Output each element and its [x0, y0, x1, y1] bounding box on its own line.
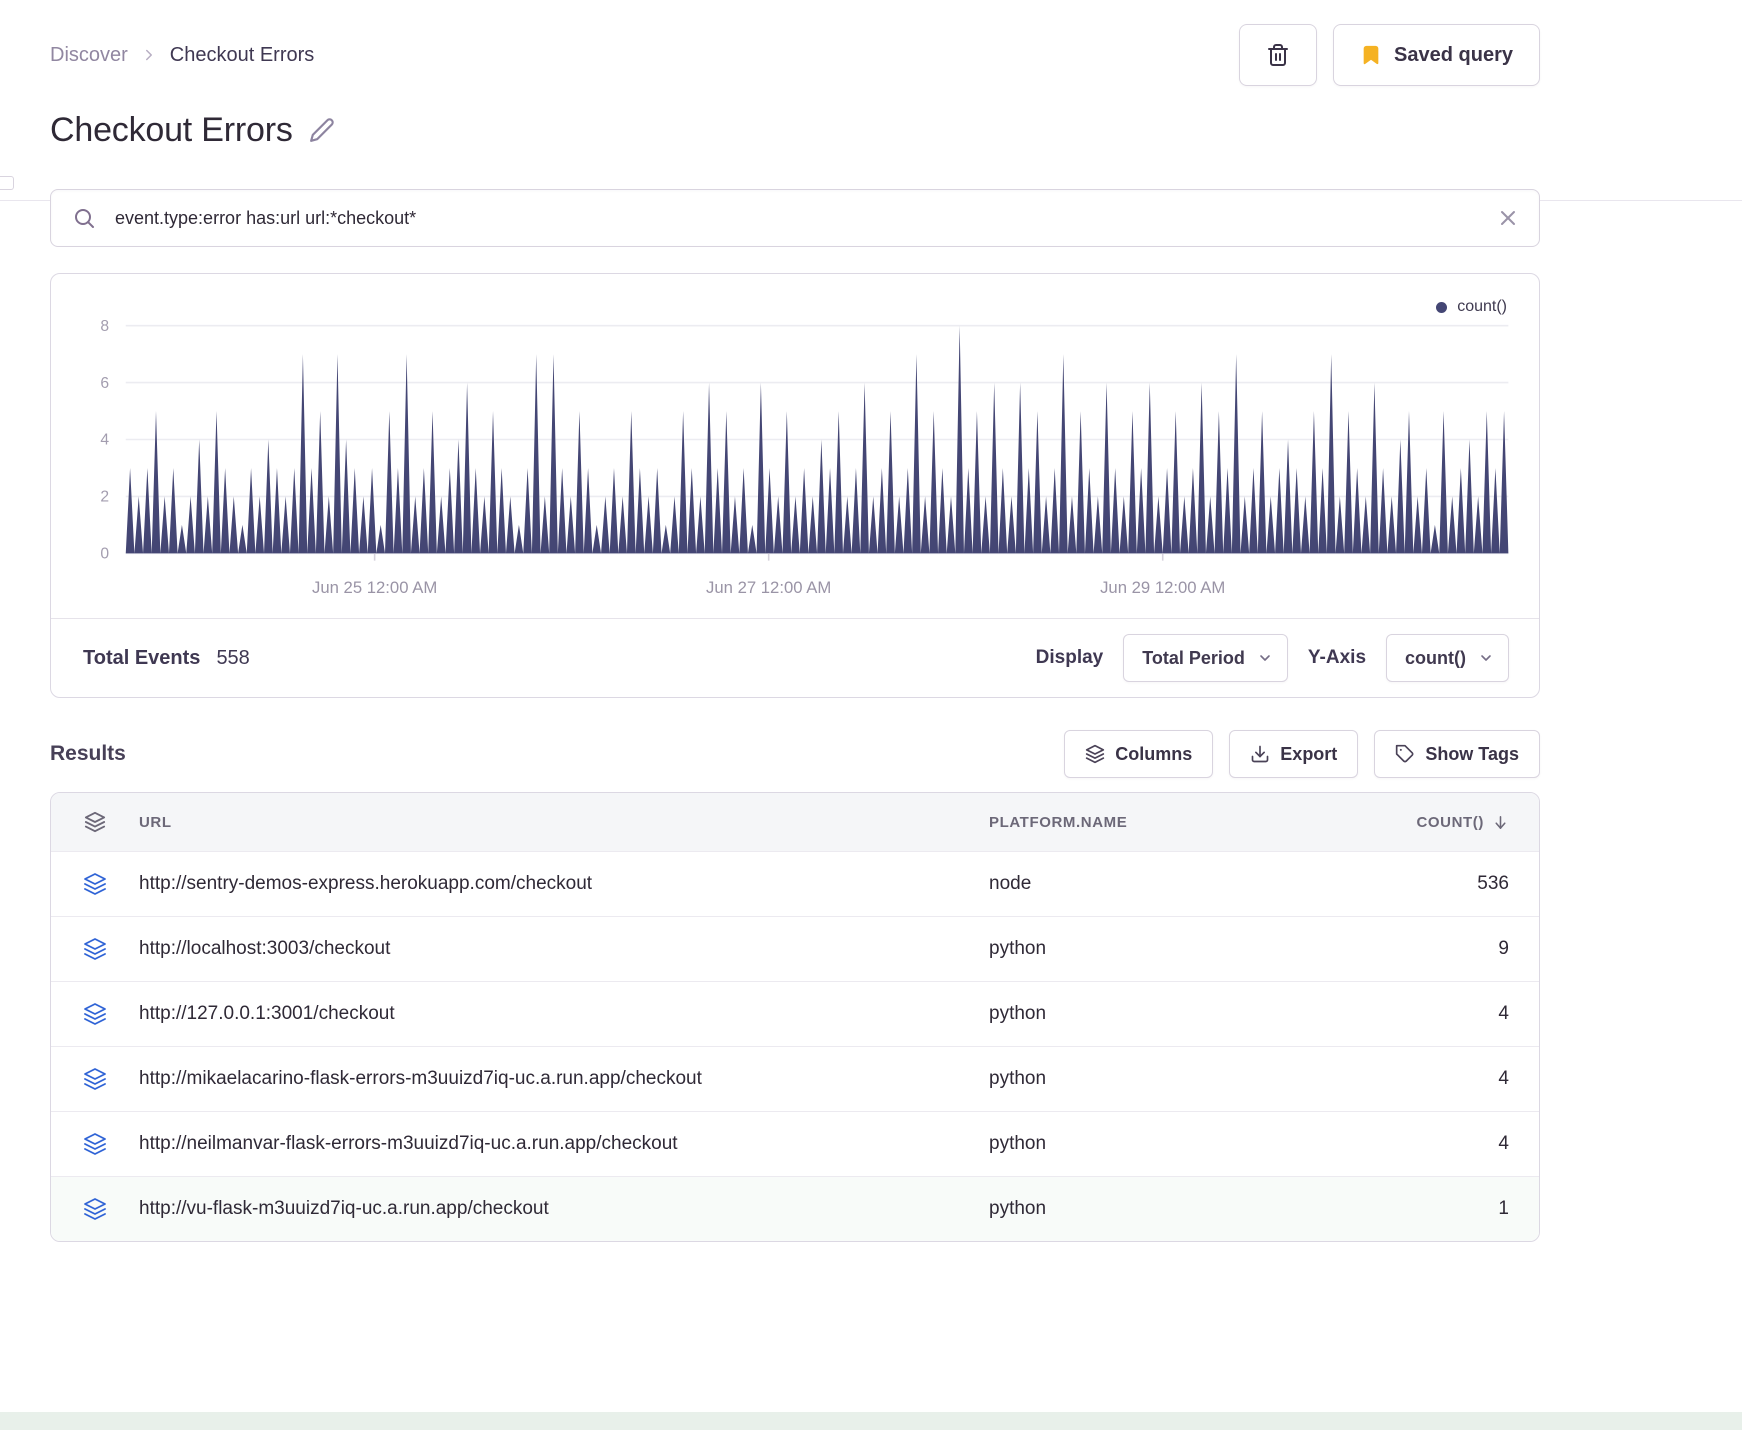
- total-events: Total Events 558: [83, 647, 250, 670]
- svg-text:Jun 25 12:00 AM: Jun 25 12:00 AM: [312, 578, 437, 597]
- layers-icon[interactable]: [51, 1002, 139, 1026]
- page-bottom-strip: [0, 1412, 1742, 1430]
- columns-button[interactable]: Columns: [1064, 730, 1214, 779]
- search-icon: [72, 206, 96, 235]
- results-buttons: Columns Export Show Tags: [1064, 730, 1540, 779]
- cell-url[interactable]: http://127.0.0.1:3001/checkout: [139, 1003, 989, 1025]
- layers-icon[interactable]: [51, 937, 139, 961]
- total-events-value: 558: [216, 646, 250, 669]
- events-chart-area: count() 0 2 4 6 8 Jun 25 12:00 AM Jun 27 12:00…: [51, 274, 1539, 618]
- show-tags-button-label: Show Tags: [1425, 743, 1519, 764]
- top-actions: Saved query: [1239, 24, 1540, 86]
- close-icon[interactable]: [1496, 206, 1520, 235]
- discover-page: Discover Checkout Errors Saved query Che…: [50, 0, 1540, 1243]
- events-chart-svg[interactable]: 0 2 4 6 8 Jun 25 12:00 AM Jun 27 12:00 AM Jun 2…: [61, 286, 1523, 618]
- arrow-down-icon: [1492, 814, 1509, 831]
- table-row[interactable]: http://vu-flask-m3uuizd7iq-uc.a.run.app/…: [51, 1176, 1539, 1242]
- layers-icon: [1085, 744, 1105, 764]
- table-row[interactable]: http://neilmanvar-flask-errors-m3uuizd7i…: [51, 1111, 1539, 1177]
- display-dropdown[interactable]: Total Period: [1123, 634, 1288, 683]
- top-bar: Discover Checkout Errors Saved query: [50, 0, 1540, 86]
- cell-platform: python: [989, 938, 1047, 960]
- cell-url[interactable]: http://vu-flask-m3uuizd7iq-uc.a.run.app/…: [139, 1198, 989, 1220]
- show-tags-button[interactable]: Show Tags: [1374, 730, 1540, 779]
- cell-count: 1: [1498, 1198, 1509, 1220]
- yaxis-dropdown[interactable]: count(): [1386, 634, 1509, 683]
- search-input[interactable]: [50, 189, 1540, 247]
- svg-text:Jun 27 12:00 AM: Jun 27 12:00 AM: [706, 578, 831, 597]
- cell-url[interactable]: http://neilmanvar-flask-errors-m3uuizd7i…: [139, 1133, 989, 1155]
- column-header-count-label: COUNT(): [1416, 813, 1484, 831]
- results-header: Results Columns Export Show Tags: [50, 730, 1540, 779]
- trash-icon: [1266, 43, 1290, 67]
- layers-icon[interactable]: [51, 811, 139, 833]
- display-dropdown-value: Total Period: [1142, 647, 1245, 668]
- chart-footer: Total Events 558 Display Total Period Y-…: [51, 618, 1539, 697]
- svg-text:2: 2: [100, 489, 109, 506]
- svg-text:0: 0: [100, 546, 109, 563]
- svg-text:6: 6: [100, 375, 109, 392]
- cell-url[interactable]: http://localhost:3003/checkout: [139, 938, 989, 960]
- display-label: Display: [1035, 647, 1104, 669]
- saved-query-label: Saved query: [1394, 43, 1513, 66]
- total-events-label: Total Events: [83, 646, 201, 669]
- yaxis-label: Y-Axis: [1307, 647, 1367, 669]
- cell-platform: python: [989, 1003, 1047, 1025]
- column-header-platform[interactable]: PLATFORM.NAME: [989, 814, 1379, 831]
- chevron-down-icon: [1478, 650, 1494, 666]
- export-button[interactable]: Export: [1229, 730, 1359, 779]
- column-header-count[interactable]: COUNT(): [1416, 814, 1539, 831]
- chart-controls: Display Total Period Y-Axis count(): [1035, 634, 1509, 683]
- column-header-url[interactable]: URL: [139, 814, 989, 831]
- svg-text:8: 8: [100, 318, 109, 335]
- table-header-row: URL PLATFORM.NAME COUNT(): [51, 793, 1539, 852]
- table-row[interactable]: http://127.0.0.1:3001/checkout python 4: [51, 981, 1539, 1047]
- window-edge-notch: [0, 176, 14, 190]
- layers-icon[interactable]: [51, 1197, 139, 1221]
- cell-platform: python: [989, 1068, 1047, 1090]
- pencil-icon[interactable]: [309, 117, 335, 143]
- chevron-down-icon: [1257, 650, 1273, 666]
- title-row: Checkout Errors: [50, 104, 1540, 156]
- download-icon: [1250, 744, 1270, 764]
- layers-icon[interactable]: [51, 872, 139, 896]
- cell-count: 4: [1498, 1003, 1509, 1025]
- cell-platform: node: [989, 873, 1032, 895]
- legend-series-label: count(): [1457, 298, 1507, 315]
- events-chart-panel: count() 0 2 4 6 8 Jun 25 12:00 AM Jun 27 12:00…: [50, 273, 1540, 699]
- bookmark-icon: [1360, 44, 1382, 66]
- breadcrumb: Discover Checkout Errors: [50, 44, 314, 67]
- table-row[interactable]: http://localhost:3003/checkout python 9: [51, 916, 1539, 982]
- svg-text:Jun 29 12:00 AM: Jun 29 12:00 AM: [1100, 578, 1225, 597]
- yaxis-dropdown-value: count(): [1405, 647, 1466, 668]
- table-row[interactable]: http://sentry-demos-express.herokuapp.co…: [51, 851, 1539, 917]
- legend-series-dot: [1436, 301, 1448, 313]
- cell-count: 4: [1498, 1133, 1509, 1155]
- cell-count: 9: [1498, 938, 1509, 960]
- cell-platform: python: [989, 1198, 1047, 1220]
- columns-button-label: Columns: [1115, 743, 1193, 764]
- delete-query-button[interactable]: [1239, 24, 1318, 86]
- breadcrumb-discover[interactable]: Discover: [50, 44, 128, 67]
- svg-text:4: 4: [100, 432, 109, 449]
- results-heading: Results: [50, 742, 126, 766]
- cell-count: 536: [1477, 873, 1509, 895]
- table-row[interactable]: http://mikaelacarino-flask-errors-m3uuiz…: [51, 1046, 1539, 1112]
- chart-legend: count(): [1436, 298, 1507, 316]
- cell-url[interactable]: http://sentry-demos-express.herokuapp.co…: [139, 873, 989, 895]
- tag-icon: [1395, 744, 1415, 764]
- export-button-label: Export: [1280, 743, 1338, 764]
- cell-platform: python: [989, 1133, 1047, 1155]
- cell-url[interactable]: http://mikaelacarino-flask-errors-m3uuiz…: [139, 1068, 989, 1090]
- breadcrumb-current: Checkout Errors: [169, 43, 315, 66]
- chevron-right-icon: [140, 46, 158, 64]
- layers-icon[interactable]: [51, 1132, 139, 1156]
- saved-query-button[interactable]: Saved query: [1333, 24, 1540, 86]
- layers-icon[interactable]: [51, 1067, 139, 1091]
- cell-count: 4: [1498, 1068, 1509, 1090]
- results-table: URL PLATFORM.NAME COUNT() http://sentry-…: [50, 792, 1540, 1243]
- search-bar: [50, 189, 1540, 247]
- page-title: Checkout Errors: [50, 110, 293, 149]
